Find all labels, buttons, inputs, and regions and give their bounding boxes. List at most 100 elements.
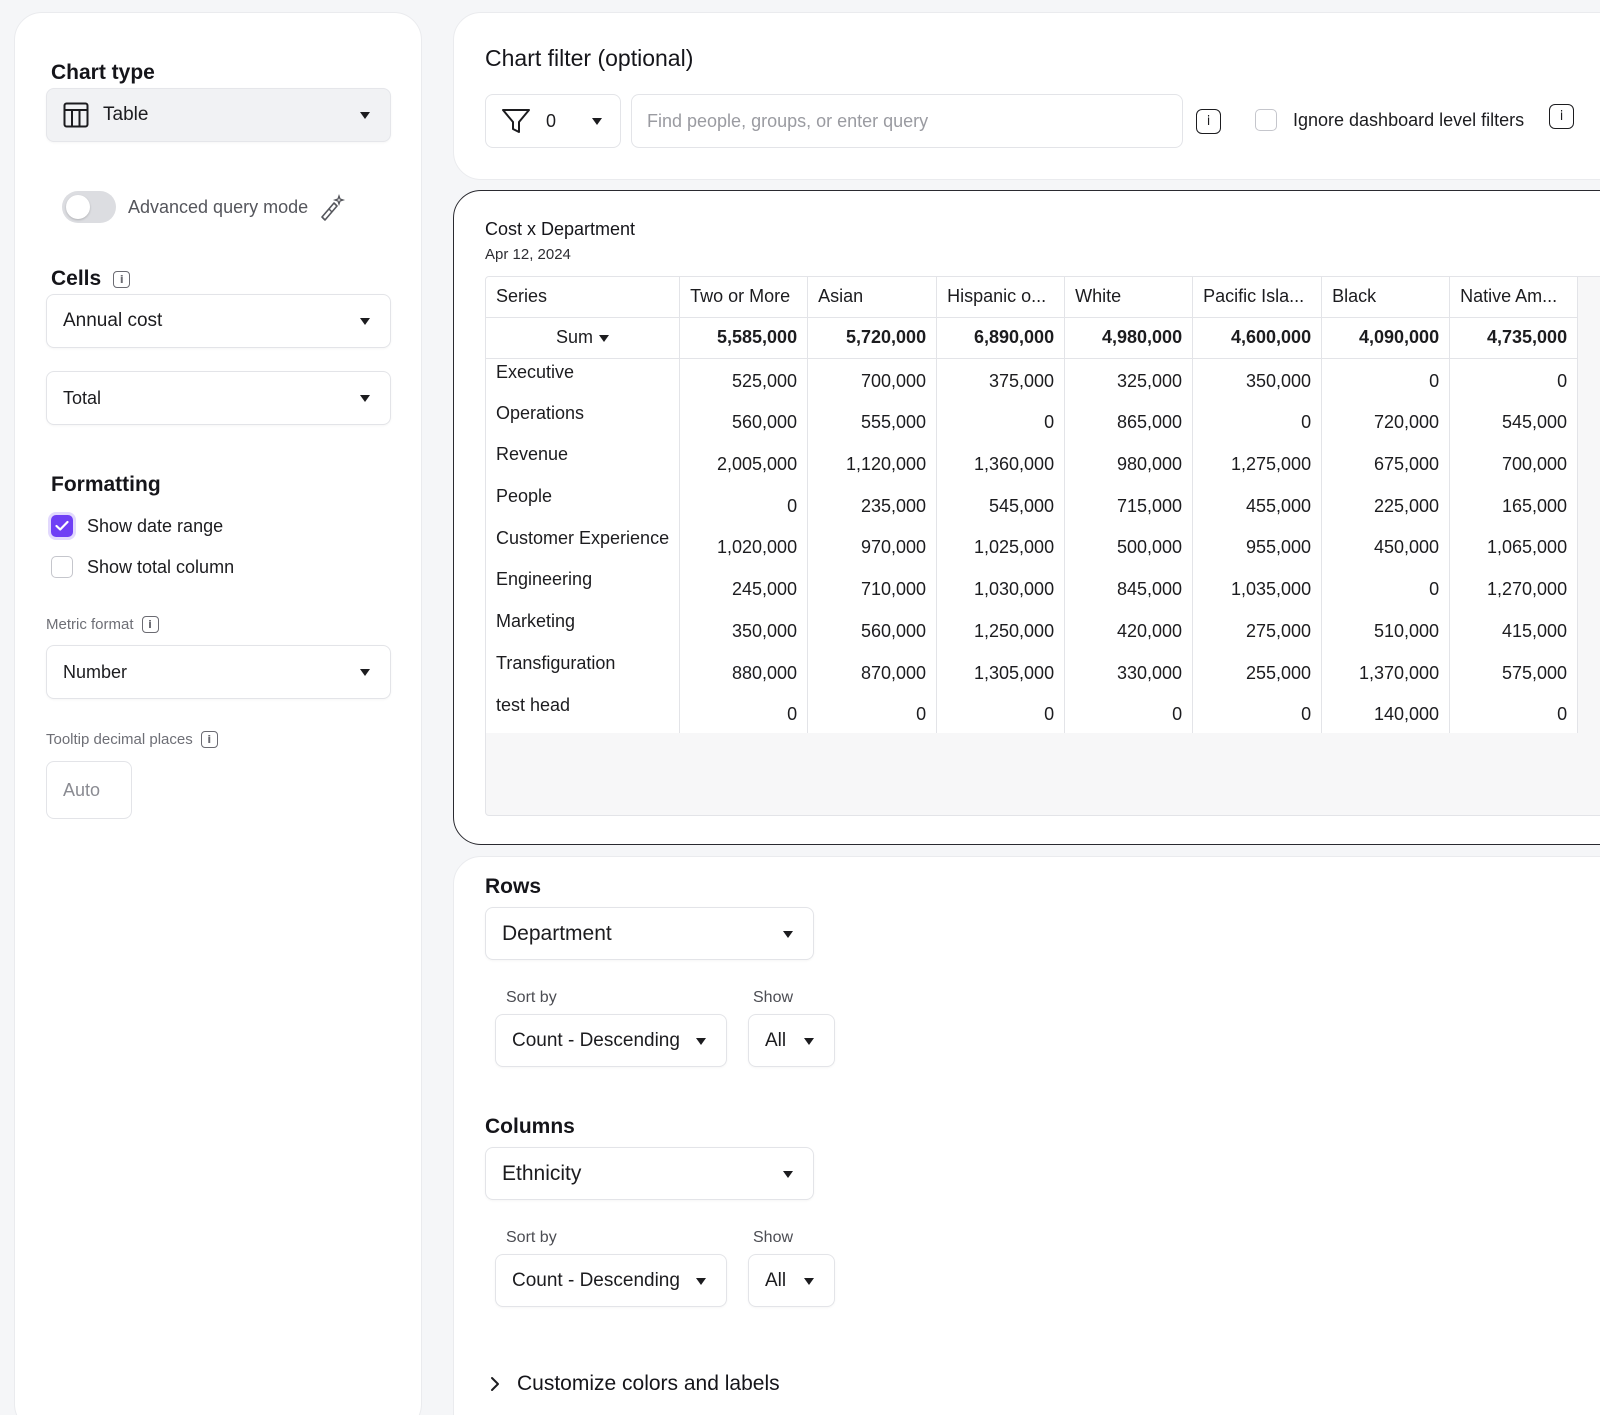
table-cell: 0 (936, 399, 1066, 442)
cells-aggregation-select[interactable]: Total (46, 371, 391, 425)
row-label: People (486, 483, 681, 525)
ignore-filters-info-icon[interactable]: i (1549, 104, 1574, 129)
chart-date: Apr 12, 2024 (485, 246, 571, 263)
chart-title: Cost x Department (485, 219, 636, 239)
tooltip-decimal-placeholder: Auto (63, 779, 101, 800)
toggle-knob (66, 195, 90, 219)
chart-type-value: Table (103, 104, 149, 125)
table-cell: 325,000 (1064, 358, 1194, 400)
rows-dimension-select[interactable]: Department (485, 907, 814, 960)
table-cell: 500,000 (1064, 524, 1194, 567)
rows-show-select[interactable]: All (748, 1014, 835, 1067)
show-total-column-checkbox[interactable] (51, 556, 73, 578)
table-cell: 0 (936, 691, 1066, 734)
sum-cell: 4,090,000 (1321, 317, 1451, 359)
column-header[interactable]: Native Am... (1449, 277, 1579, 318)
table-cell: 245,000 (679, 566, 809, 609)
rows-show-label: Show (753, 989, 794, 1006)
chart-preview-card: Cost x Department Apr 12, 2024 Series Tw… (453, 190, 1600, 845)
table-cell: 1,065,000 (1449, 524, 1579, 567)
show-date-range-checkbox[interactable] (51, 515, 73, 537)
table-cell: 575,000 (1449, 649, 1579, 692)
rows-sort-select[interactable]: Count - Descending (495, 1014, 727, 1067)
table-cell: 980,000 (1064, 441, 1194, 484)
table-cell: 0 (1449, 358, 1579, 400)
filter-info-icon[interactable]: i (1196, 109, 1221, 134)
cells-metric-select[interactable]: Annual cost (46, 294, 391, 348)
show-date-range-row[interactable]: Show date range (51, 515, 223, 537)
sum-label: Sum (556, 327, 594, 347)
columns-dimension-select[interactable]: Ethnicity (485, 1147, 814, 1200)
chevron-down-icon (783, 1170, 793, 1178)
chevron-down-icon (360, 318, 370, 325)
ignore-dashboard-filters-row[interactable]: Ignore dashboard level filters (1255, 109, 1524, 131)
checkmark-icon (55, 520, 69, 531)
column-header[interactable]: Asian (807, 277, 938, 318)
column-header[interactable]: White (1064, 277, 1194, 318)
table-cell: 0 (679, 691, 809, 734)
sum-dropdown[interactable]: Sum (486, 317, 681, 359)
tooltip-decimal-input[interactable]: Auto (46, 761, 132, 819)
advanced-query-toggle[interactable] (62, 191, 116, 223)
table-row: People 0 235,000 545,000 715,000 455,000 225,0… (486, 483, 1579, 525)
table-cell: 1,250,000 (936, 608, 1066, 650)
chevron-down-icon (783, 930, 793, 938)
table-icon (63, 102, 89, 128)
tooltip-decimal-label-row: Tooltip decimal places i (46, 731, 218, 748)
metric-format-select[interactable]: Number (46, 645, 391, 699)
table-cell: 375,000 (936, 358, 1066, 400)
column-header[interactable]: Two or More (679, 277, 809, 318)
chart-type-select[interactable]: Table (46, 88, 391, 142)
column-header[interactable]: Pacific Isla... (1192, 277, 1323, 318)
columns-sort-label: Sort by (506, 1229, 557, 1246)
table-cell: 1,275,000 (1192, 441, 1323, 484)
columns-sort-select[interactable]: Count - Descending (495, 1254, 727, 1307)
table-cell: 0 (807, 691, 938, 734)
ignore-dashboard-filters-checkbox[interactable] (1255, 109, 1277, 131)
cells-heading: Cells i (51, 267, 131, 291)
cells-metric-value: Annual cost (63, 310, 163, 331)
columns-show-select[interactable]: All (748, 1254, 835, 1307)
rows-sort-label: Sort by (506, 989, 557, 1006)
table-cell: 330,000 (1064, 649, 1194, 692)
chevron-down-icon (360, 112, 370, 119)
table-cell: 0 (1449, 691, 1579, 734)
table-body: Executive 525,000 700,000 375,000 325,000 350… (486, 358, 1579, 734)
table-cell: 675,000 (1321, 441, 1451, 484)
table-cell: 165,000 (1449, 483, 1579, 525)
chevron-down-icon (696, 1037, 706, 1045)
columns-dimension-value: Ethnicity (502, 1161, 582, 1185)
show-total-column-row[interactable]: Show total column (51, 556, 234, 578)
table-row: Engineering 245,000 710,000 1,030,000 845,00… (486, 566, 1579, 609)
column-header[interactable]: Black (1321, 277, 1451, 318)
chevron-down-icon (360, 669, 370, 676)
filter-count-button[interactable]: 0 (485, 94, 621, 148)
table-cell: 715,000 (1064, 483, 1194, 525)
table-cell: 880,000 (679, 649, 809, 692)
cells-aggregation-value: Total (63, 387, 102, 408)
row-label: Operations (486, 399, 681, 442)
column-header[interactable]: Hispanic o... (936, 277, 1066, 318)
settings-panel: Chart type Table Advanced query mode Cel… (14, 12, 422, 1415)
advanced-query-label: Advanced query mode (128, 196, 309, 217)
show-date-range-label: Show date range (87, 515, 224, 536)
table-row: Marketing 350,000 560,000 1,250,000 420,000 2… (486, 608, 1579, 650)
info-icon[interactable]: i (113, 270, 131, 288)
filter-search-placeholder: Find people, groups, or enter query (647, 110, 929, 131)
rows-show-value: All (765, 1029, 787, 1051)
filter-search-input[interactable]: Find people, groups, or enter query (631, 94, 1183, 148)
magic-wand-icon (318, 193, 346, 221)
table-cell: 700,000 (807, 358, 938, 400)
data-table: Series Two or More Asian Hispanic o... W… (486, 277, 1579, 734)
table-cell: 865,000 (1064, 399, 1194, 442)
sum-row: Sum 5,585,000 5,720,000 6,890,000 4,980,… (486, 317, 1579, 359)
cells-title: Cells (51, 267, 102, 290)
columns-show-value: All (765, 1269, 787, 1291)
info-icon[interactable]: i (141, 616, 159, 633)
table-row: Revenue 2,005,000 1,120,000 1,360,000 980,00… (486, 441, 1579, 484)
table-cell: 350,000 (679, 608, 809, 650)
table-cell: 275,000 (1192, 608, 1323, 650)
info-icon[interactable]: i (200, 731, 218, 748)
table-cell: 710,000 (807, 566, 938, 609)
customize-colors-toggle[interactable]: Customize colors and labels (489, 1372, 780, 1396)
